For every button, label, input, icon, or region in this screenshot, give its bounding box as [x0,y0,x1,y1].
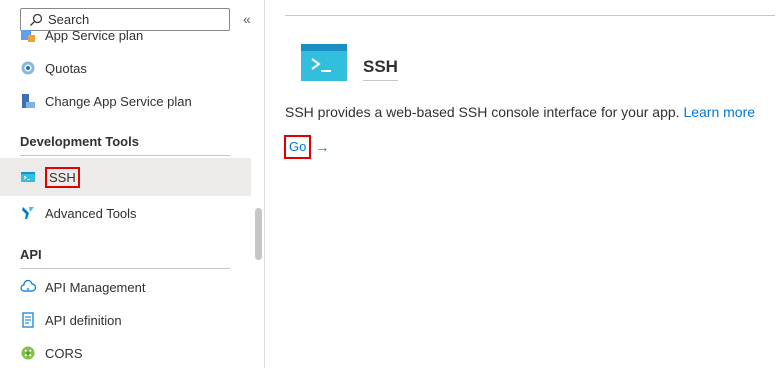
collapse-sidebar-button[interactable]: « [243,11,251,27]
sidebar-item-api-management[interactable]: API Management [0,271,251,303]
api-definition-icon [20,312,36,328]
page-title: SSH [363,57,398,81]
sidebar-item-label: CORS [45,345,83,361]
learn-more-link[interactable]: Learn more [683,104,755,120]
sidebar-item-quotas[interactable]: Quotas [0,52,251,84]
ssh-console-icon [301,44,347,81]
section-header-development-tools: Development Tools [20,134,230,156]
sidebar-item-api-definition[interactable]: API definition [0,304,251,336]
sidebar-divider [264,0,265,368]
header-divider [285,15,775,16]
sidebar-item-label: Advanced Tools [45,205,137,221]
go-row: Go → [284,135,329,159]
sidebar-item-label: API definition [45,312,122,328]
sidebar-item-ssh[interactable]: SSH [0,158,251,196]
cors-icon [20,345,36,361]
advanced-tools-icon [20,205,36,221]
sidebar-item-app-service-plan[interactable]: App Service plan [0,19,251,51]
arrow-right-icon[interactable]: → [315,139,329,155]
sidebar-scrollbar[interactable] [255,208,262,260]
ssh-description: SSH provides a web-based SSH console int… [285,104,755,120]
sidebar: Search App Service plan Quotas Change Ap… [0,0,251,368]
sidebar-item-label: App Service plan [45,27,144,43]
sidebar-item-cors[interactable]: CORS [0,337,251,368]
ssh-console-icon [20,169,36,185]
description-text: SSH provides a web-based SSH console int… [285,104,680,120]
sidebar-item-advanced-tools[interactable]: Advanced Tools [0,197,251,229]
go-link[interactable]: Go [284,135,312,159]
sidebar-item-label: API Management [45,279,146,295]
app-service-plan-icon [20,27,36,43]
change-plan-icon [20,93,36,109]
sidebar-item-change-app-service-plan[interactable]: Change App Service plan [0,85,251,117]
sidebar-item-label: Quotas [45,60,87,76]
quotas-icon [20,60,36,76]
sidebar-item-label: SSH [45,166,80,188]
api-management-cloud-icon [20,279,36,295]
sidebar-item-label: Change App Service plan [45,93,192,109]
section-header-api: API [20,247,230,269]
